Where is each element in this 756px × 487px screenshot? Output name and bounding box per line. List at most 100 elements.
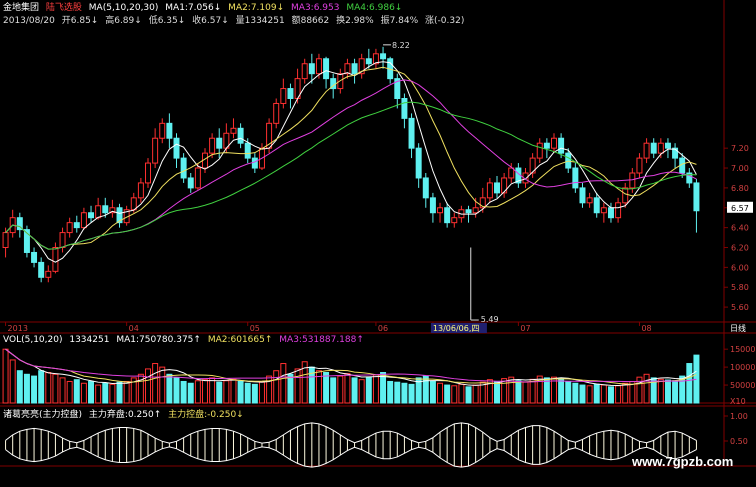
candle[interactable] [586, 192, 593, 208]
volume-bar[interactable] [586, 385, 593, 404]
candle[interactable] [358, 53, 365, 79]
volume-bar[interactable] [429, 380, 436, 404]
candle[interactable] [451, 212, 458, 228]
candle[interactable] [593, 192, 600, 218]
volume-bar[interactable] [515, 380, 522, 404]
candle[interactable] [280, 78, 287, 109]
volume-bar[interactable] [686, 363, 693, 404]
candle[interactable] [543, 138, 550, 159]
candle[interactable] [109, 199, 116, 218]
candle[interactable] [16, 212, 23, 238]
volume-bar[interactable] [394, 381, 401, 404]
candle[interactable] [52, 242, 59, 274]
volume-bar[interactable] [465, 386, 472, 404]
volume-bar[interactable] [387, 380, 394, 404]
volume-bar[interactable] [622, 382, 629, 404]
candle[interactable] [494, 175, 501, 198]
volume-bar[interactable] [372, 374, 379, 404]
candle[interactable] [444, 202, 451, 228]
volume-bar[interactable] [664, 379, 671, 404]
volume-bar[interactable] [558, 378, 565, 404]
candle[interactable] [636, 153, 643, 178]
candle[interactable] [31, 247, 38, 268]
volume-bar[interactable] [565, 380, 572, 404]
candle[interactable] [180, 153, 187, 183]
volume-bar[interactable] [615, 385, 622, 404]
volume-bar[interactable] [287, 373, 294, 404]
candle[interactable] [88, 205, 95, 223]
candle[interactable] [123, 205, 130, 226]
candle[interactable] [672, 143, 679, 169]
volume-bar[interactable] [437, 382, 444, 404]
candle[interactable] [152, 128, 159, 169]
candle[interactable] [159, 118, 166, 144]
volume-bar[interactable] [223, 380, 230, 404]
candle[interactable] [486, 177, 493, 203]
candle[interactable] [116, 203, 123, 228]
volume-bar[interactable] [109, 383, 116, 404]
candle[interactable] [536, 138, 543, 164]
candle[interactable] [137, 177, 144, 203]
volume-bar[interactable] [31, 375, 38, 404]
volume-bar[interactable] [593, 383, 600, 404]
volume-bar[interactable] [422, 375, 429, 404]
volume-bar[interactable] [52, 373, 59, 404]
company-name[interactable]: 金地集团 [3, 3, 39, 13]
volume-bar[interactable] [244, 382, 251, 404]
volume-bar[interactable] [273, 370, 280, 404]
candle[interactable] [422, 173, 429, 208]
volume-bar[interactable] [38, 370, 45, 404]
volume-bar[interactable] [365, 376, 372, 404]
candle[interactable] [166, 113, 173, 149]
candle[interactable] [437, 202, 444, 223]
volume-bar[interactable] [351, 377, 358, 404]
candle[interactable] [394, 73, 401, 109]
candle[interactable] [66, 217, 73, 238]
volume-bar[interactable] [45, 372, 52, 404]
volume-bar[interactable] [451, 385, 458, 404]
candle[interactable] [344, 58, 351, 79]
volume-bar[interactable] [643, 373, 650, 404]
candle[interactable] [650, 138, 657, 159]
candle[interactable] [323, 56, 330, 89]
volume-bar[interactable] [344, 373, 351, 404]
candle[interactable] [657, 138, 664, 159]
candle[interactable] [287, 83, 294, 109]
volume-bar[interactable] [294, 368, 301, 404]
candle[interactable] [59, 227, 66, 253]
candle[interactable] [9, 209, 16, 238]
volume-bar[interactable] [280, 363, 287, 404]
candle[interactable] [572, 163, 579, 193]
candle[interactable] [401, 93, 408, 129]
volume-bar[interactable] [358, 379, 365, 404]
volume-bar[interactable] [152, 363, 159, 404]
volume-bar[interactable] [173, 377, 180, 404]
volume-bar[interactable] [237, 380, 244, 404]
volume-bar[interactable] [73, 379, 80, 404]
volume-bar[interactable] [258, 381, 265, 404]
candle[interactable] [45, 265, 52, 283]
volume-bar[interactable] [472, 384, 479, 404]
volume-bar[interactable] [2, 348, 9, 404]
volume-bar[interactable] [9, 359, 16, 404]
volume-bar[interactable] [522, 381, 529, 404]
volume-bar[interactable] [23, 373, 30, 404]
candle[interactable] [615, 197, 622, 223]
candle[interactable] [251, 153, 258, 173]
volume-bar[interactable] [80, 382, 87, 404]
candle[interactable] [415, 143, 422, 188]
volume-bar[interactable] [408, 383, 415, 404]
volume-bar[interactable] [330, 377, 337, 404]
candle[interactable] [372, 48, 379, 69]
candle[interactable] [351, 58, 358, 84]
candle[interactable] [73, 215, 80, 233]
volume-bar[interactable] [88, 380, 95, 404]
candle[interactable] [693, 178, 700, 233]
candle[interactable] [80, 207, 87, 230]
volume-bar[interactable] [59, 377, 66, 404]
candle[interactable] [273, 98, 280, 129]
candle[interactable] [664, 138, 671, 159]
candle[interactable] [550, 133, 557, 154]
volume-bar[interactable] [137, 373, 144, 404]
volume-bar[interactable] [337, 375, 344, 404]
